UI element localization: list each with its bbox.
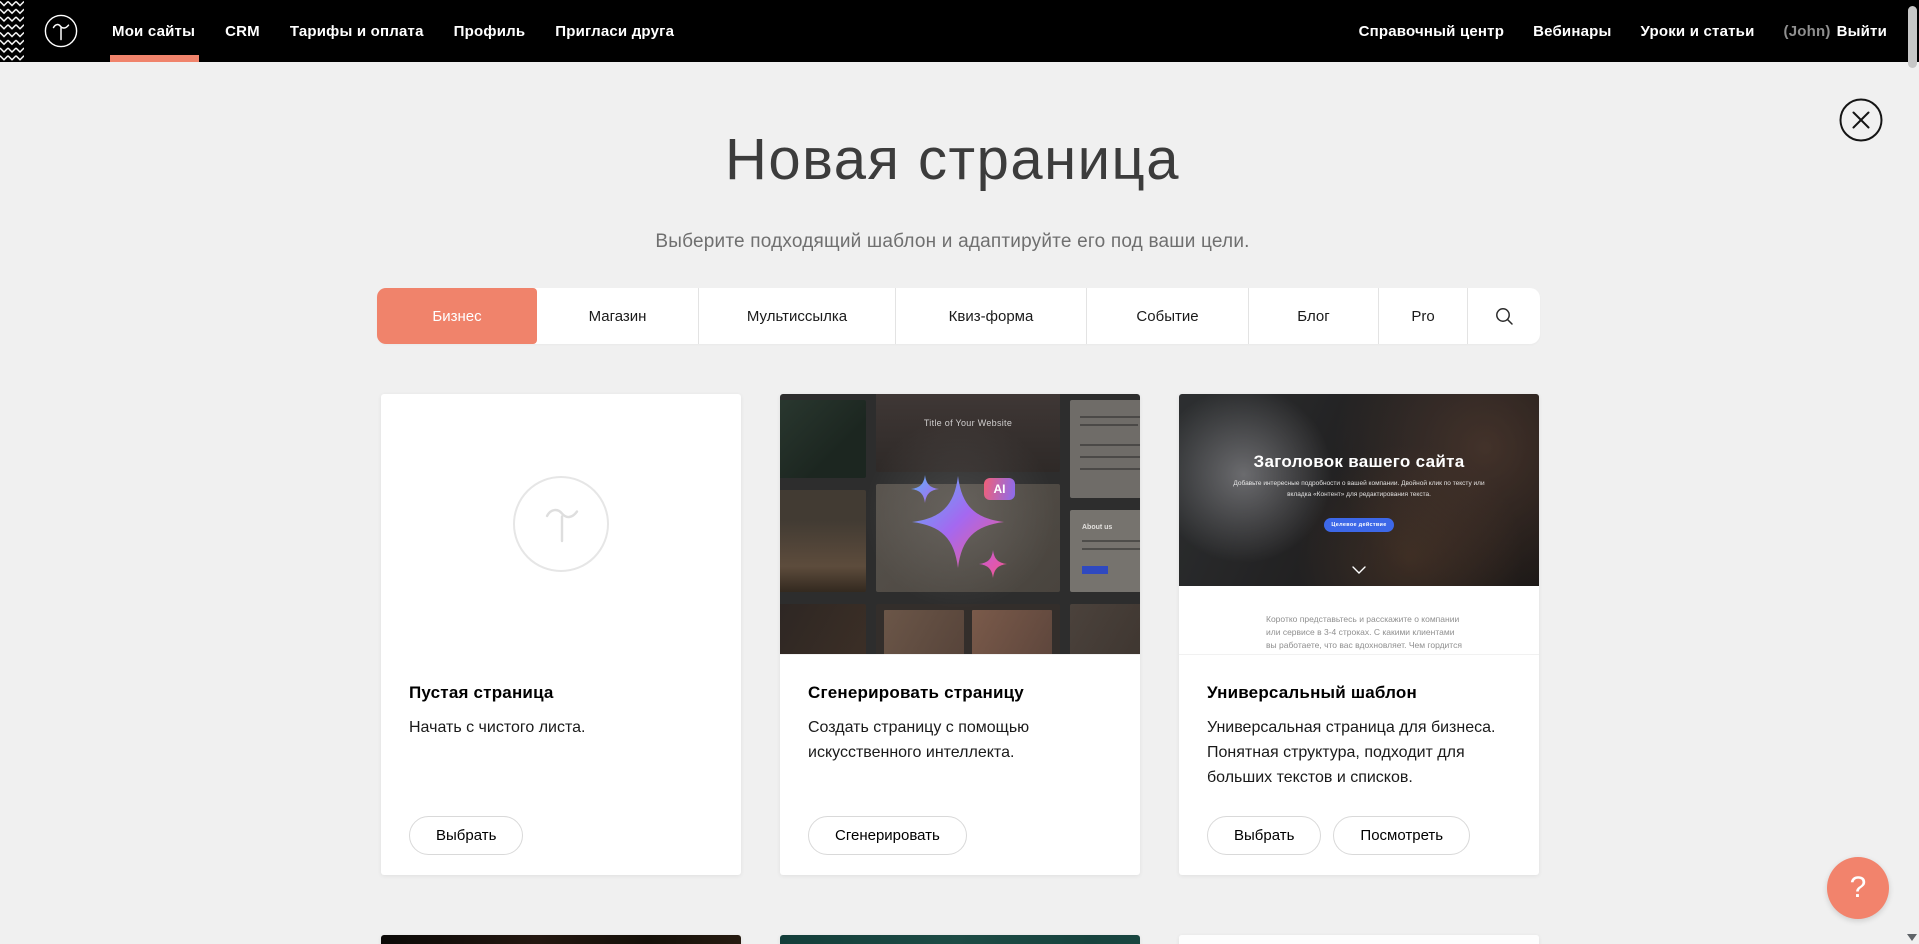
logout-label: Выйти [1837,23,1887,40]
nav-item-webinars[interactable]: Вебинары [1533,0,1611,62]
nav-item-profile[interactable]: Профиль [454,0,526,62]
nav-item-lessons[interactable]: Уроки и статьи [1641,0,1755,62]
choose-button[interactable]: Выбрать [1207,816,1321,855]
template-mosaic: Title of Your Website About us [780,394,1140,654]
ai-badge: AI [984,478,1015,500]
card-actions: Сгенерировать [808,816,967,855]
card-title: Сгенерировать страницу [808,683,1112,703]
tab-quiz-form[interactable]: Квиз-форма [895,288,1086,344]
card-title: Пустая страница [409,683,713,703]
tab-business[interactable]: Бизнес [377,288,537,344]
question-mark-icon: ? [1850,871,1867,905]
template-card[interactable] [381,935,741,944]
generate-button[interactable]: Сгенерировать [808,816,967,855]
template-preview [1179,935,1539,944]
preview-hero-subtext: Добавьте интересные подробности о вашей … [1229,478,1489,500]
card-title: Универсальный шаблон [1207,683,1511,703]
nav-item-tariffs[interactable]: Тарифы и оплата [290,0,424,62]
card-description: Начать с чистого листа. [409,716,709,741]
template-card-blank-page[interactable]: Пустая страница Начать с чистого листа. … [381,394,741,875]
nav-secondary-menu: Справочный центр Вебинары Уроки и статьи… [1359,0,1887,62]
card-actions: Выбрать Посмотреть [1207,816,1470,855]
tab-event[interactable]: Событие [1086,288,1248,344]
ai-preview-collage: Title of Your Website About us [780,394,1140,655]
preview-cta-button: Целевое действие [1324,518,1394,532]
card-description: Создать страницу с помощью искусственног… [808,716,1108,766]
tab-search[interactable] [1467,288,1540,344]
template-preview [780,935,1140,944]
tilda-logo[interactable] [44,14,78,48]
card-body: Сгенерировать страницу Создать страницу … [780,655,1140,794]
nav-item-invite-friend[interactable]: Пригласи друга [555,0,674,62]
tilda-watermark-icon [513,476,609,572]
universal-template-preview: Заголовок вашего сайта Добавьте интересн… [1179,394,1539,655]
choose-button[interactable]: Выбрать [409,816,523,855]
card-description: Универсальная страница для бизнеса. Поня… [1207,716,1507,790]
tab-shop[interactable]: Магазин [537,288,698,344]
tab-multilink[interactable]: Мультиссылка [698,288,895,344]
nav-item-my-sites[interactable]: Мои сайты [112,0,195,62]
page-subtitle: Выберите подходящий шаблон и адаптируйте… [0,231,1905,253]
template-category-tabs: Бизнес Магазин Мультиссылка Квиз-форма С… [377,288,1540,344]
card-body: Универсальный шаблон Универсальная стран… [1179,655,1539,818]
sparkle-icon-tiny [979,550,1007,578]
preview-body-text: Коротко представьтесь и расскажите о ком… [1266,613,1462,655]
scrollbar-down-arrow[interactable] [1907,934,1917,941]
zigzag-pattern-decoration [0,0,26,62]
template-cards-row-next [381,935,1539,944]
help-button[interactable]: ? [1827,857,1889,919]
top-navigation: Мои сайты CRM Тарифы и оплата Профиль Пр… [0,0,1919,62]
nav-item-logout[interactable]: (John) Выйти [1784,0,1887,62]
tab-blog[interactable]: Блог [1248,288,1378,344]
template-cards-row: Пустая страница Начать с чистого листа. … [381,394,1539,875]
nav-item-help-center[interactable]: Справочный центр [1359,0,1505,62]
nav-item-crm[interactable]: CRM [225,0,260,62]
scrollbar-thumb[interactable] [1908,6,1917,68]
search-icon [1495,307,1514,326]
template-card[interactable] [780,935,1140,944]
card-body: Пустая страница Начать с чистого листа. [381,655,741,769]
user-name-label: (John) [1784,23,1831,40]
preview-button[interactable]: Посмотреть [1333,816,1470,855]
card-actions: Выбрать [409,816,523,855]
template-preview [381,935,741,944]
blank-page-preview [381,394,741,655]
template-card[interactable] [1179,935,1539,944]
page-title: Новая страница [0,126,1905,193]
tab-pro[interactable]: Pro [1378,288,1467,344]
template-card-universal[interactable]: Заголовок вашего сайта Добавьте интересн… [1179,394,1539,875]
nav-main-menu: Мои сайты CRM Тарифы и оплата Профиль Пр… [112,0,674,62]
template-card-ai-generate[interactable]: Title of Your Website About us [780,394,1140,875]
preview-hero-heading: Заголовок вашего сайта [1179,452,1539,472]
chevron-down-icon [1352,566,1366,574]
